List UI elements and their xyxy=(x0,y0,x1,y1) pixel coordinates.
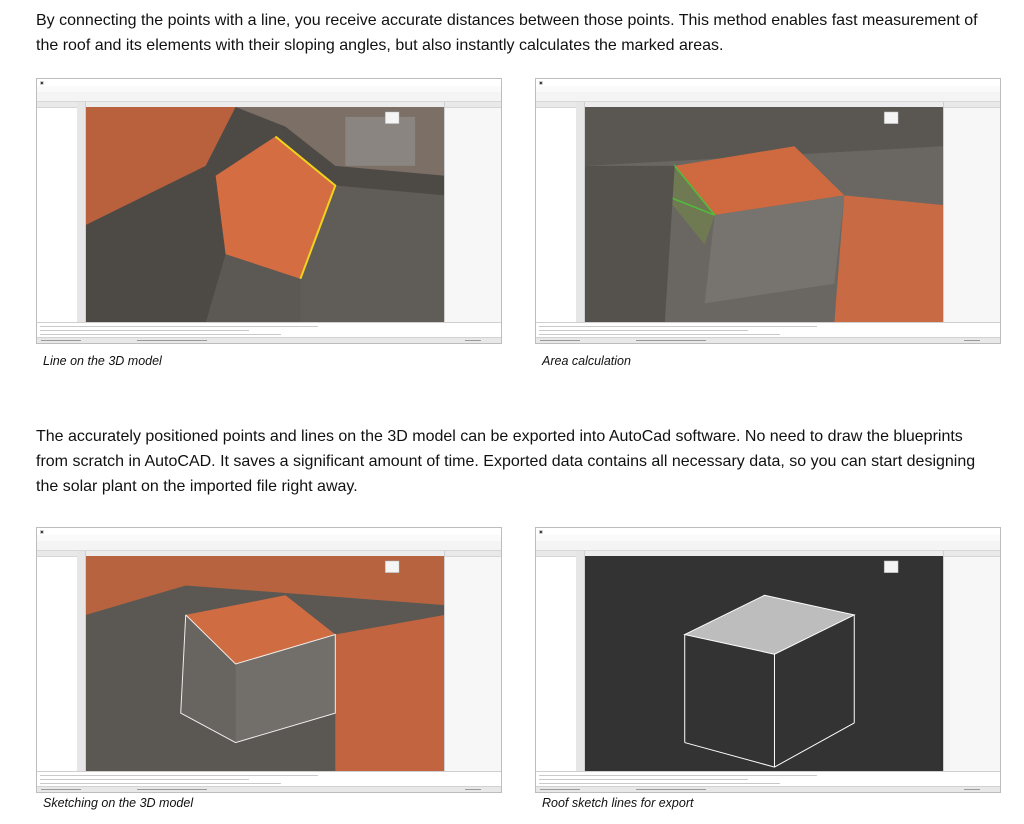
caption-sketching-on-3d-model: Sketching on the 3D model xyxy=(43,796,194,810)
3d-model-viewport[interactable] xyxy=(86,107,445,323)
export-paragraph: The accurately positioned points and lin… xyxy=(36,428,976,495)
3d-model-viewport[interactable] xyxy=(585,107,944,323)
caption-roof-sketch-export: Roof sketch lines for export xyxy=(542,796,694,810)
intro-paragraph: By connecting the points with a line, yo… xyxy=(36,12,978,54)
screenshot-sketching-on-3d-model: ▣ ▬▬▬▬▬▬ ▬▬▬ xyxy=(36,527,502,793)
caption-line-on-3d-model: Line on the 3D model xyxy=(43,354,162,368)
screenshot-line-on-3d-model: ▣ ▬▬▬▬▬▬ ▬▬▬ xyxy=(36,78,502,344)
screenshot-roof-sketch-export: ▣ ▬▬▬▬▬▬ ▬▬▬ xyxy=(535,527,1001,793)
3d-model-viewport[interactable] xyxy=(86,556,445,772)
screenshot-area-calculation: ▣ ▬▬▬▬▬▬ ▬▬▬ xyxy=(535,78,1001,344)
wireframe-viewport[interactable] xyxy=(585,556,944,772)
caption-area-calculation: Area calculation xyxy=(542,354,631,368)
